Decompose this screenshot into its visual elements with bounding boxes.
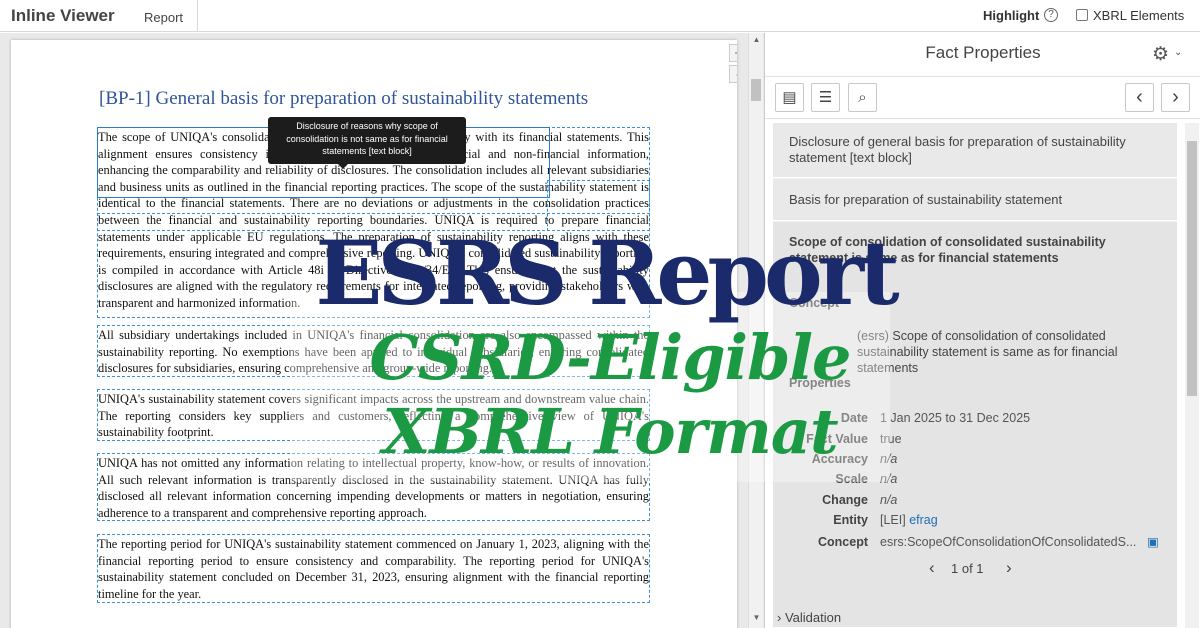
chevron-down-icon[interactable]: ⌄ (1174, 47, 1182, 58)
panel-toolbar: ▤ ☰ ⌕ ‹ › (765, 76, 1200, 119)
concept-label: (esrs) Scope of consolidation of consoli… (857, 329, 1118, 375)
change-label: Change (822, 493, 868, 507)
ancestor-card-label: Basis for preparation of sustainability … (789, 192, 1063, 207)
overlay-subtitle-xbrl: XBRL Format (382, 395, 838, 468)
next-fact-button[interactable]: › (1161, 83, 1190, 112)
xbrl-elements-label[interactable]: XBRL Elements (1093, 8, 1184, 23)
xbrl-elements-checkbox[interactable] (1076, 9, 1088, 21)
overlay-title: ESRS Report (315, 221, 899, 325)
list-view-icon[interactable]: ☰ (811, 83, 840, 112)
change-value: n/a (880, 493, 898, 507)
ancestor-card-basis[interactable]: Basis for preparation of sustainability … (773, 179, 1177, 221)
panel-scrollbar[interactable] (1185, 123, 1199, 628)
ancestor-card-general-basis[interactable]: Disclosure of general basis for preparat… (773, 123, 1177, 178)
scroll-up-icon[interactable]: ▲ (752, 35, 761, 44)
panel-title: Fact Properties (925, 43, 1041, 62)
entity-scheme: [LEI] (880, 513, 906, 527)
validation-label: Validation (784, 610, 842, 625)
concept-row-label: Concept (818, 535, 868, 549)
concept-qname: esrs:ScopeOfConsolidationOfConsolidatedS… (880, 535, 1137, 549)
text-block-view-icon[interactable]: ▤ (775, 83, 804, 112)
search-icon[interactable]: ⌕ (848, 83, 877, 112)
validation-section-toggle[interactable]: › Validation (777, 610, 841, 625)
previous-fact-button[interactable]: ‹ (1125, 83, 1154, 112)
ancestor-card-label: Disclosure of general basis for preparat… (789, 134, 1126, 165)
pager-prev-icon[interactable]: ‹ (929, 558, 935, 578)
panel-scroll-thumb[interactable] (1187, 141, 1197, 396)
zoom-in-button[interactable]: + (729, 44, 737, 62)
fact-tooltip: Disclosure of reasons why scope of conso… (268, 117, 466, 164)
zoom-out-button[interactable]: - (729, 65, 737, 83)
document-scroll-thumb[interactable] (751, 79, 761, 101)
entity-value: [LEI] efrag (880, 513, 938, 527)
overlay-subtitle-csrd: CSRD-Eligible (369, 321, 852, 394)
scroll-down-icon[interactable]: ▼ (752, 613, 761, 622)
section-heading: [BP-1] General basis for preparation of … (99, 88, 589, 109)
highlight-menu[interactable]: Highlight (983, 8, 1039, 23)
help-icon[interactable]: ? (1044, 8, 1058, 22)
chevron-right-icon: › (777, 610, 782, 625)
paragraph-reporting-period[interactable]: The reporting period for UNIQA's sustain… (98, 536, 649, 602)
gear-icon[interactable]: ⚙ (1152, 43, 1169, 66)
toolbar-divider (197, 0, 198, 32)
entity-label: Entity (833, 513, 868, 527)
pager-count: 1 of 1 (951, 561, 984, 576)
report-menu-link[interactable]: Report (144, 10, 183, 25)
top-bar: Inline Viewer Report Highlight ? XBRL El… (0, 0, 1200, 32)
tooltip-arrow (337, 163, 349, 169)
pager-next-icon[interactable]: › (1006, 558, 1012, 578)
entity-link[interactable]: efrag (909, 513, 938, 527)
date-value: 1 Jan 2025 to 31 Dec 2025 (880, 411, 1031, 425)
clipboard-icon[interactable]: ▣ (1147, 534, 1159, 549)
app-title: Inline Viewer (11, 6, 115, 25)
